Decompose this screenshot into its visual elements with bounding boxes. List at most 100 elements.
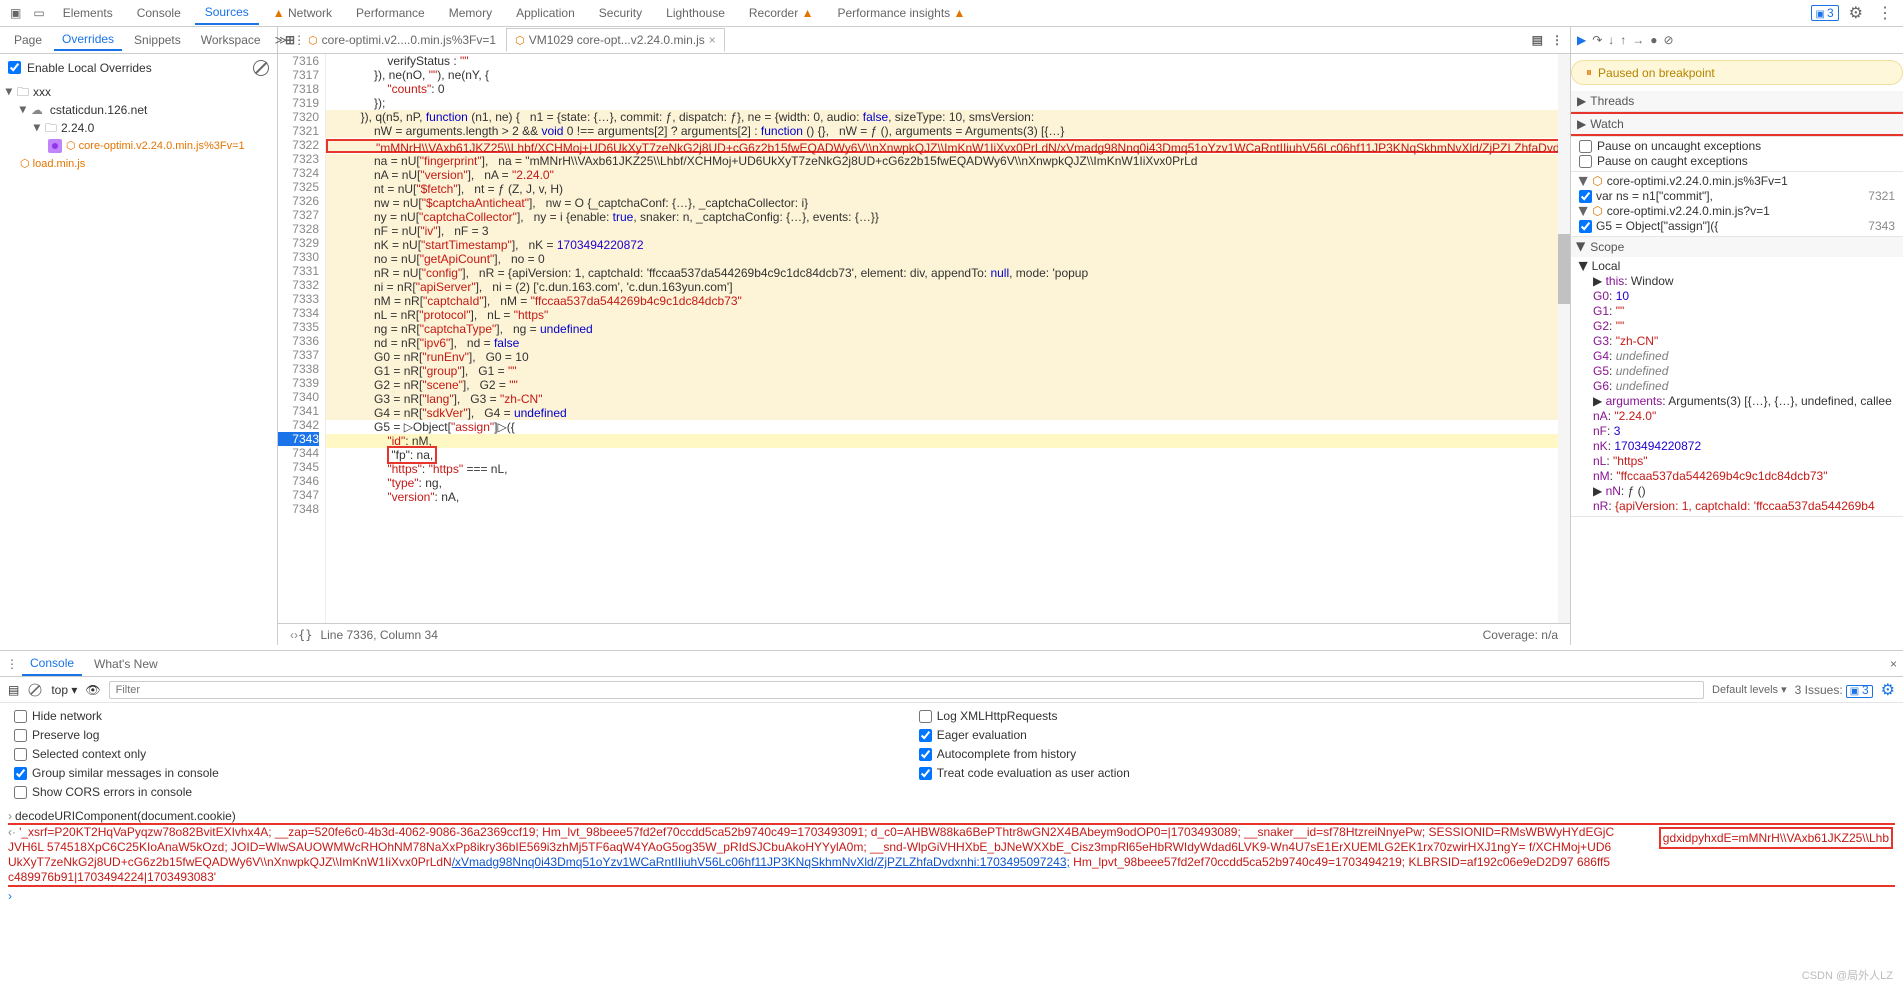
watermark: CSDN @局外人LZ bbox=[1802, 967, 1893, 983]
scope-variable[interactable]: ▶ this: Window bbox=[1593, 274, 1895, 289]
subtab-page[interactable]: Page bbox=[6, 30, 50, 50]
scope-variable[interactable]: G5: undefined bbox=[1593, 364, 1895, 379]
console-command: ›decodeURIComponent(document.cookie) bbox=[8, 809, 1895, 823]
tab-security[interactable]: Security bbox=[589, 2, 652, 24]
settings-gear-icon[interactable]: ⚙ bbox=[1881, 680, 1895, 700]
settings-icon[interactable]: ⚙ bbox=[1845, 3, 1867, 23]
scope-header[interactable]: ▶ Scope bbox=[1571, 237, 1903, 257]
enable-local-overrides-checkbox[interactable] bbox=[8, 61, 21, 74]
block-icon[interactable] bbox=[253, 60, 269, 76]
eye-icon[interactable]: 👁 bbox=[85, 683, 100, 697]
scope-variable[interactable]: nK: 1703494220872 bbox=[1593, 439, 1895, 454]
editor-tab-2[interactable]: VM1029 core-opt...v2.24.0.min.js × bbox=[506, 28, 725, 52]
tree-file-2[interactable]: load.min.js bbox=[6, 155, 271, 173]
tab-perf-insights[interactable]: Performance insights ▲ bbox=[827, 2, 975, 24]
inspect-element-icon[interactable]: ▣ bbox=[6, 6, 25, 20]
deactivate-breakpoints-icon[interactable]: ● bbox=[1650, 33, 1657, 47]
console-setting[interactable]: Hide network bbox=[14, 709, 219, 723]
coverage-label: Coverage: n/a bbox=[1483, 628, 1558, 642]
step-out-icon[interactable]: ↑ bbox=[1620, 33, 1626, 47]
issues-link[interactable]: 3 Issues: ▣ 3 bbox=[1795, 683, 1873, 697]
code-scrollbar[interactable] bbox=[1558, 54, 1570, 623]
pause-exceptions-icon[interactable]: ⊘ bbox=[1664, 33, 1674, 47]
step-into-icon[interactable]: ↓ bbox=[1608, 33, 1614, 47]
console-filter-input[interactable] bbox=[109, 681, 1704, 699]
pause-uncaught-checkbox[interactable] bbox=[1579, 140, 1592, 153]
console-prompt[interactable]: › bbox=[8, 887, 1895, 905]
scope-variable[interactable]: ▶ nN: ƒ () bbox=[1593, 484, 1895, 499]
tree-file-1[interactable]: core-optimi.v2.24.0.min.js%3Fv=1 bbox=[6, 137, 271, 155]
list-icon[interactable]: ▤ bbox=[1529, 30, 1546, 50]
context-dropdown[interactable]: top ▾ bbox=[51, 683, 77, 697]
console-setting[interactable]: Group similar messages in console bbox=[14, 766, 219, 780]
sidebar-icon[interactable]: ▤ bbox=[8, 683, 19, 697]
scope-variable[interactable]: G4: undefined bbox=[1593, 349, 1895, 364]
subtab-workspace[interactable]: Workspace bbox=[193, 30, 269, 50]
kebab-icon[interactable]: ⋮ bbox=[1873, 3, 1897, 23]
tree-version[interactable]: ▶🗀 2.24.0 bbox=[6, 119, 271, 137]
js-file-icon bbox=[515, 34, 525, 47]
console-result: ‹· '_xsrf=P20KT2HqVaPyqzw78o82BvitEXIvhx… bbox=[8, 823, 1895, 887]
threads-header[interactable]: ▶ Threads bbox=[1571, 91, 1903, 111]
tab-performance[interactable]: Performance bbox=[346, 2, 435, 24]
watch-header[interactable]: ▶ Watch bbox=[1571, 112, 1903, 136]
pause-caught-checkbox[interactable] bbox=[1579, 155, 1592, 168]
subtab-snippets[interactable]: Snippets bbox=[126, 30, 189, 50]
levels-dropdown[interactable]: Default levels ▾ bbox=[1712, 683, 1787, 696]
console-setting[interactable]: Show CORS errors in console bbox=[14, 785, 219, 799]
kebab-icon[interactable]: ⋮ bbox=[1548, 30, 1566, 50]
scope-variable[interactable]: nA: "2.24.0" bbox=[1593, 409, 1895, 424]
tab-recorder[interactable]: Recorder ▲ bbox=[739, 2, 824, 24]
tab-console[interactable]: Console bbox=[127, 2, 191, 24]
step-over-icon[interactable]: ↷ bbox=[1592, 33, 1602, 47]
cursor-position: Line 7336, Column 34 bbox=[320, 628, 437, 642]
tab-memory[interactable]: Memory bbox=[439, 2, 502, 24]
drawer-tab-whatsnew[interactable]: What's New bbox=[86, 653, 166, 675]
scope-variable[interactable]: G2: "" bbox=[1593, 319, 1895, 334]
kebab-icon[interactable]: ⋮ bbox=[6, 657, 18, 671]
tree-domain[interactable]: ▶cstaticdun.126.net bbox=[6, 101, 271, 119]
paused-banner: ⏸Paused on breakpoint bbox=[1571, 60, 1903, 85]
scope-variable[interactable]: nL: "https" bbox=[1593, 454, 1895, 469]
device-toolbar-icon[interactable]: ▭ bbox=[29, 6, 48, 20]
console-setting[interactable]: Eager evaluation bbox=[919, 728, 1130, 742]
enable-local-overrides-label: Enable Local Overrides bbox=[27, 61, 152, 75]
scope-variable[interactable]: G6: undefined bbox=[1593, 379, 1895, 394]
tab-network[interactable]: ▲ Network bbox=[263, 2, 342, 24]
drawer-tab-console[interactable]: Console bbox=[22, 652, 82, 676]
tree-root[interactable]: ▶🗀 xxx bbox=[6, 83, 271, 101]
breakpoint-line[interactable]: G5 = Object["assign"]({ 7343 bbox=[1579, 219, 1895, 234]
tab-elements[interactable]: Elements bbox=[53, 2, 123, 24]
scope-variable[interactable]: ▶ arguments: Arguments(3) [{…}, {…}, und… bbox=[1593, 394, 1895, 409]
resume-icon[interactable]: ▶ bbox=[1577, 33, 1586, 47]
issues-badge[interactable]: ▣3 bbox=[1811, 5, 1839, 21]
console-setting[interactable]: Preserve log bbox=[14, 728, 219, 742]
tab-lighthouse[interactable]: Lighthouse bbox=[656, 2, 735, 24]
step-icon[interactable]: → bbox=[1632, 33, 1644, 47]
breakpoint-line[interactable]: var ns = n1["commit"], 7321 bbox=[1579, 189, 1895, 204]
scope-variable[interactable]: nR: {apiVersion: 1, captchaId: 'ffccaa53… bbox=[1593, 499, 1895, 514]
scope-local[interactable]: ▶ Local bbox=[1579, 259, 1895, 274]
scope-variable[interactable]: G3: "zh-CN" bbox=[1593, 334, 1895, 349]
scope-variable[interactable]: G1: "" bbox=[1593, 304, 1895, 319]
console-setting[interactable]: Log XMLHttpRequests bbox=[919, 709, 1130, 723]
nav-expand-icon[interactable]: ⊞ bbox=[282, 30, 298, 50]
close-icon[interactable]: × bbox=[709, 33, 716, 47]
clear-console-icon[interactable] bbox=[29, 683, 42, 696]
override-dot-icon bbox=[48, 139, 62, 153]
scope-variable[interactable]: G0: 10 bbox=[1593, 289, 1895, 304]
console-setting[interactable]: Selected context only bbox=[14, 747, 219, 761]
console-setting[interactable]: Autocomplete from history bbox=[919, 747, 1130, 761]
tab-sources[interactable]: Sources bbox=[195, 1, 259, 25]
scope-variable[interactable]: nM: "ffccaa537da544269b4c9c1dc84dcb73" bbox=[1593, 469, 1895, 484]
close-icon[interactable]: × bbox=[1890, 657, 1897, 671]
tab-application[interactable]: Application bbox=[506, 2, 585, 24]
breakpoint-file[interactable]: ▶ ⬡ core-optimi.v2.24.0.min.js%3Fv=1 bbox=[1579, 174, 1895, 189]
editor-tab-1[interactable]: core-optimi.v2....0.min.js%3Fv=1 bbox=[300, 29, 504, 51]
subtab-overrides[interactable]: Overrides bbox=[54, 29, 122, 51]
scope-variable[interactable]: nF: 3 bbox=[1593, 424, 1895, 439]
breakpoint-file[interactable]: ▶ ⬡ core-optimi.v2.24.0.min.js?v=1 bbox=[1579, 204, 1895, 219]
pretty-print-icon[interactable]: {} bbox=[298, 628, 312, 642]
js-file-icon bbox=[308, 34, 318, 47]
console-setting[interactable]: Treat code evaluation as user action bbox=[919, 766, 1130, 780]
